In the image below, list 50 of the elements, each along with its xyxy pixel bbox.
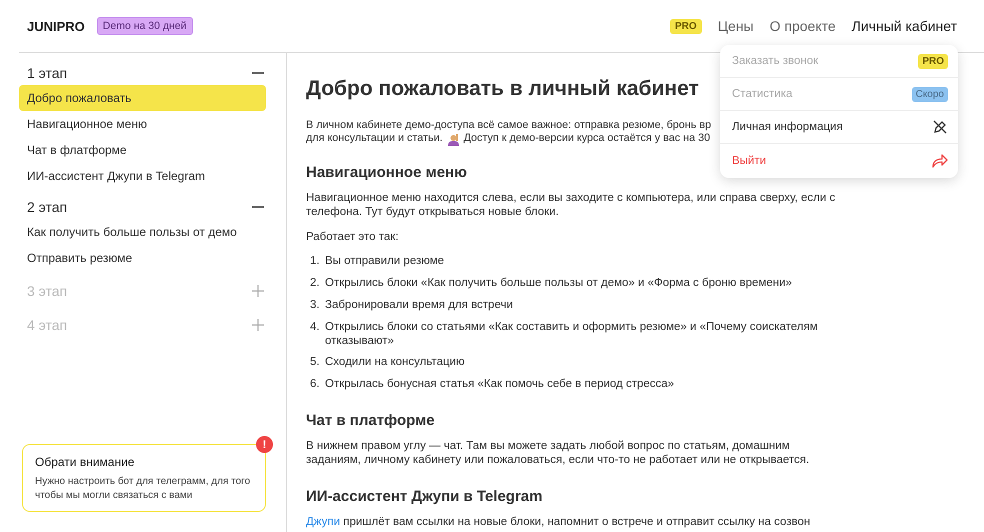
list-item: Открылись блоки «Как получить больше пользы от демо» и «Форма с броню времени» bbox=[325, 277, 792, 291]
stage-header[interactable]: 2 этап bbox=[19, 195, 266, 219]
sidebar-item[interactable]: Чат в флатформе bbox=[19, 137, 266, 163]
paragraph: Навигационное меню находится слева, если вы заходите с компьютера, или справа сверху, если с телефона. Тут будут открываться новые блоки. bbox=[306, 192, 836, 220]
notice-text: Нужно настроить бот для телеграмм, для того чтобы мы могли связаться с вами bbox=[35, 475, 252, 502]
sidebar-item[interactable]: Отправить резюме bbox=[19, 245, 266, 271]
menu-item[interactable]: Личная информация bbox=[720, 111, 958, 144]
expand-icon bbox=[252, 285, 264, 297]
intro-text: Доступ к демо-версии курса остаётся у вас на 30 bbox=[464, 132, 710, 146]
list-item: Забронировали время для встречи bbox=[325, 298, 513, 313]
paragraph: В нижнем правом углу — чат. Там вы можете задать любой вопрос по статьям, домашним заданиям, личному кабинету или пожаловаться, если что-то не работает или не открывается. bbox=[306, 440, 810, 468]
intro-text: В личном кабинете демо-доступа всё самое важное: отправка резюме, бронь вр bbox=[306, 119, 712, 132]
sidebar-item[interactable]: Как получить больше пользы от демо bbox=[19, 219, 266, 245]
sidebar-item[interactable]: Добро пожаловать bbox=[19, 85, 266, 111]
list-number: 1. bbox=[310, 255, 320, 270]
page-title: Добро пожаловать в личный кабинет bbox=[306, 77, 699, 101]
alert-badge: ! bbox=[256, 436, 273, 453]
paragraph: Работает это так: bbox=[306, 230, 400, 244]
sidebar-item[interactable]: ИИ-ассистент Джупи в Telegram bbox=[19, 163, 266, 189]
paragraph: Джупи пришлёт вам ссылки на новые блоки, напомнит о встрече и отправит ссылку на созвон bbox=[306, 516, 812, 530]
pro-badge: PRO bbox=[918, 54, 948, 68]
logo[interactable]: JUNIPRO bbox=[27, 18, 85, 34]
stage-header[interactable]: 1 этап bbox=[19, 61, 266, 85]
section-heading: ИИ-ассистент Джупи в Telegram bbox=[306, 488, 544, 505]
expand-icon bbox=[252, 319, 264, 331]
list-number: 3. bbox=[310, 298, 320, 313]
pencil-icon bbox=[932, 119, 948, 135]
notice-title: Обрати внимание bbox=[35, 455, 136, 469]
list-number: 2. bbox=[310, 277, 320, 291]
section-heading: Навигационное меню bbox=[306, 164, 468, 181]
nav-link[interactable]: О проекте bbox=[770, 18, 836, 34]
sidebar-item[interactable]: Навигационное меню bbox=[19, 111, 266, 137]
link[interactable]: Джупи bbox=[306, 516, 340, 528]
list-item: Сходили на консультацию bbox=[325, 356, 465, 370]
list-number: 4. bbox=[310, 320, 320, 335]
raised-hand-person-icon bbox=[446, 132, 460, 146]
soon-badge: Скоро bbox=[912, 86, 948, 102]
list-item: Открылись блоки со статьями «Как составить и оформить резюме» и «Почему соискателям отказывают» bbox=[325, 320, 819, 348]
share-arrow-icon bbox=[932, 154, 948, 168]
pro-badge[interactable]: PRO bbox=[670, 18, 702, 34]
list-number: 6. bbox=[310, 378, 320, 392]
list-number: 5. bbox=[310, 356, 320, 370]
nav-link[interactable]: Личный кабинет bbox=[852, 18, 957, 34]
intro-text: для консультации и статьи. bbox=[306, 132, 443, 146]
menu-item[interactable]: Выйти bbox=[720, 144, 958, 178]
list-item: Открылась бонусная статья «Как помочь себе в период стресса» bbox=[325, 378, 674, 392]
demo-badge: Demo на 30 дней bbox=[96, 17, 193, 35]
list-item: Вы отправили резюме bbox=[325, 255, 444, 270]
section-heading: Чат в платформе bbox=[306, 412, 436, 429]
nav-link[interactable]: Цены bbox=[718, 18, 754, 34]
